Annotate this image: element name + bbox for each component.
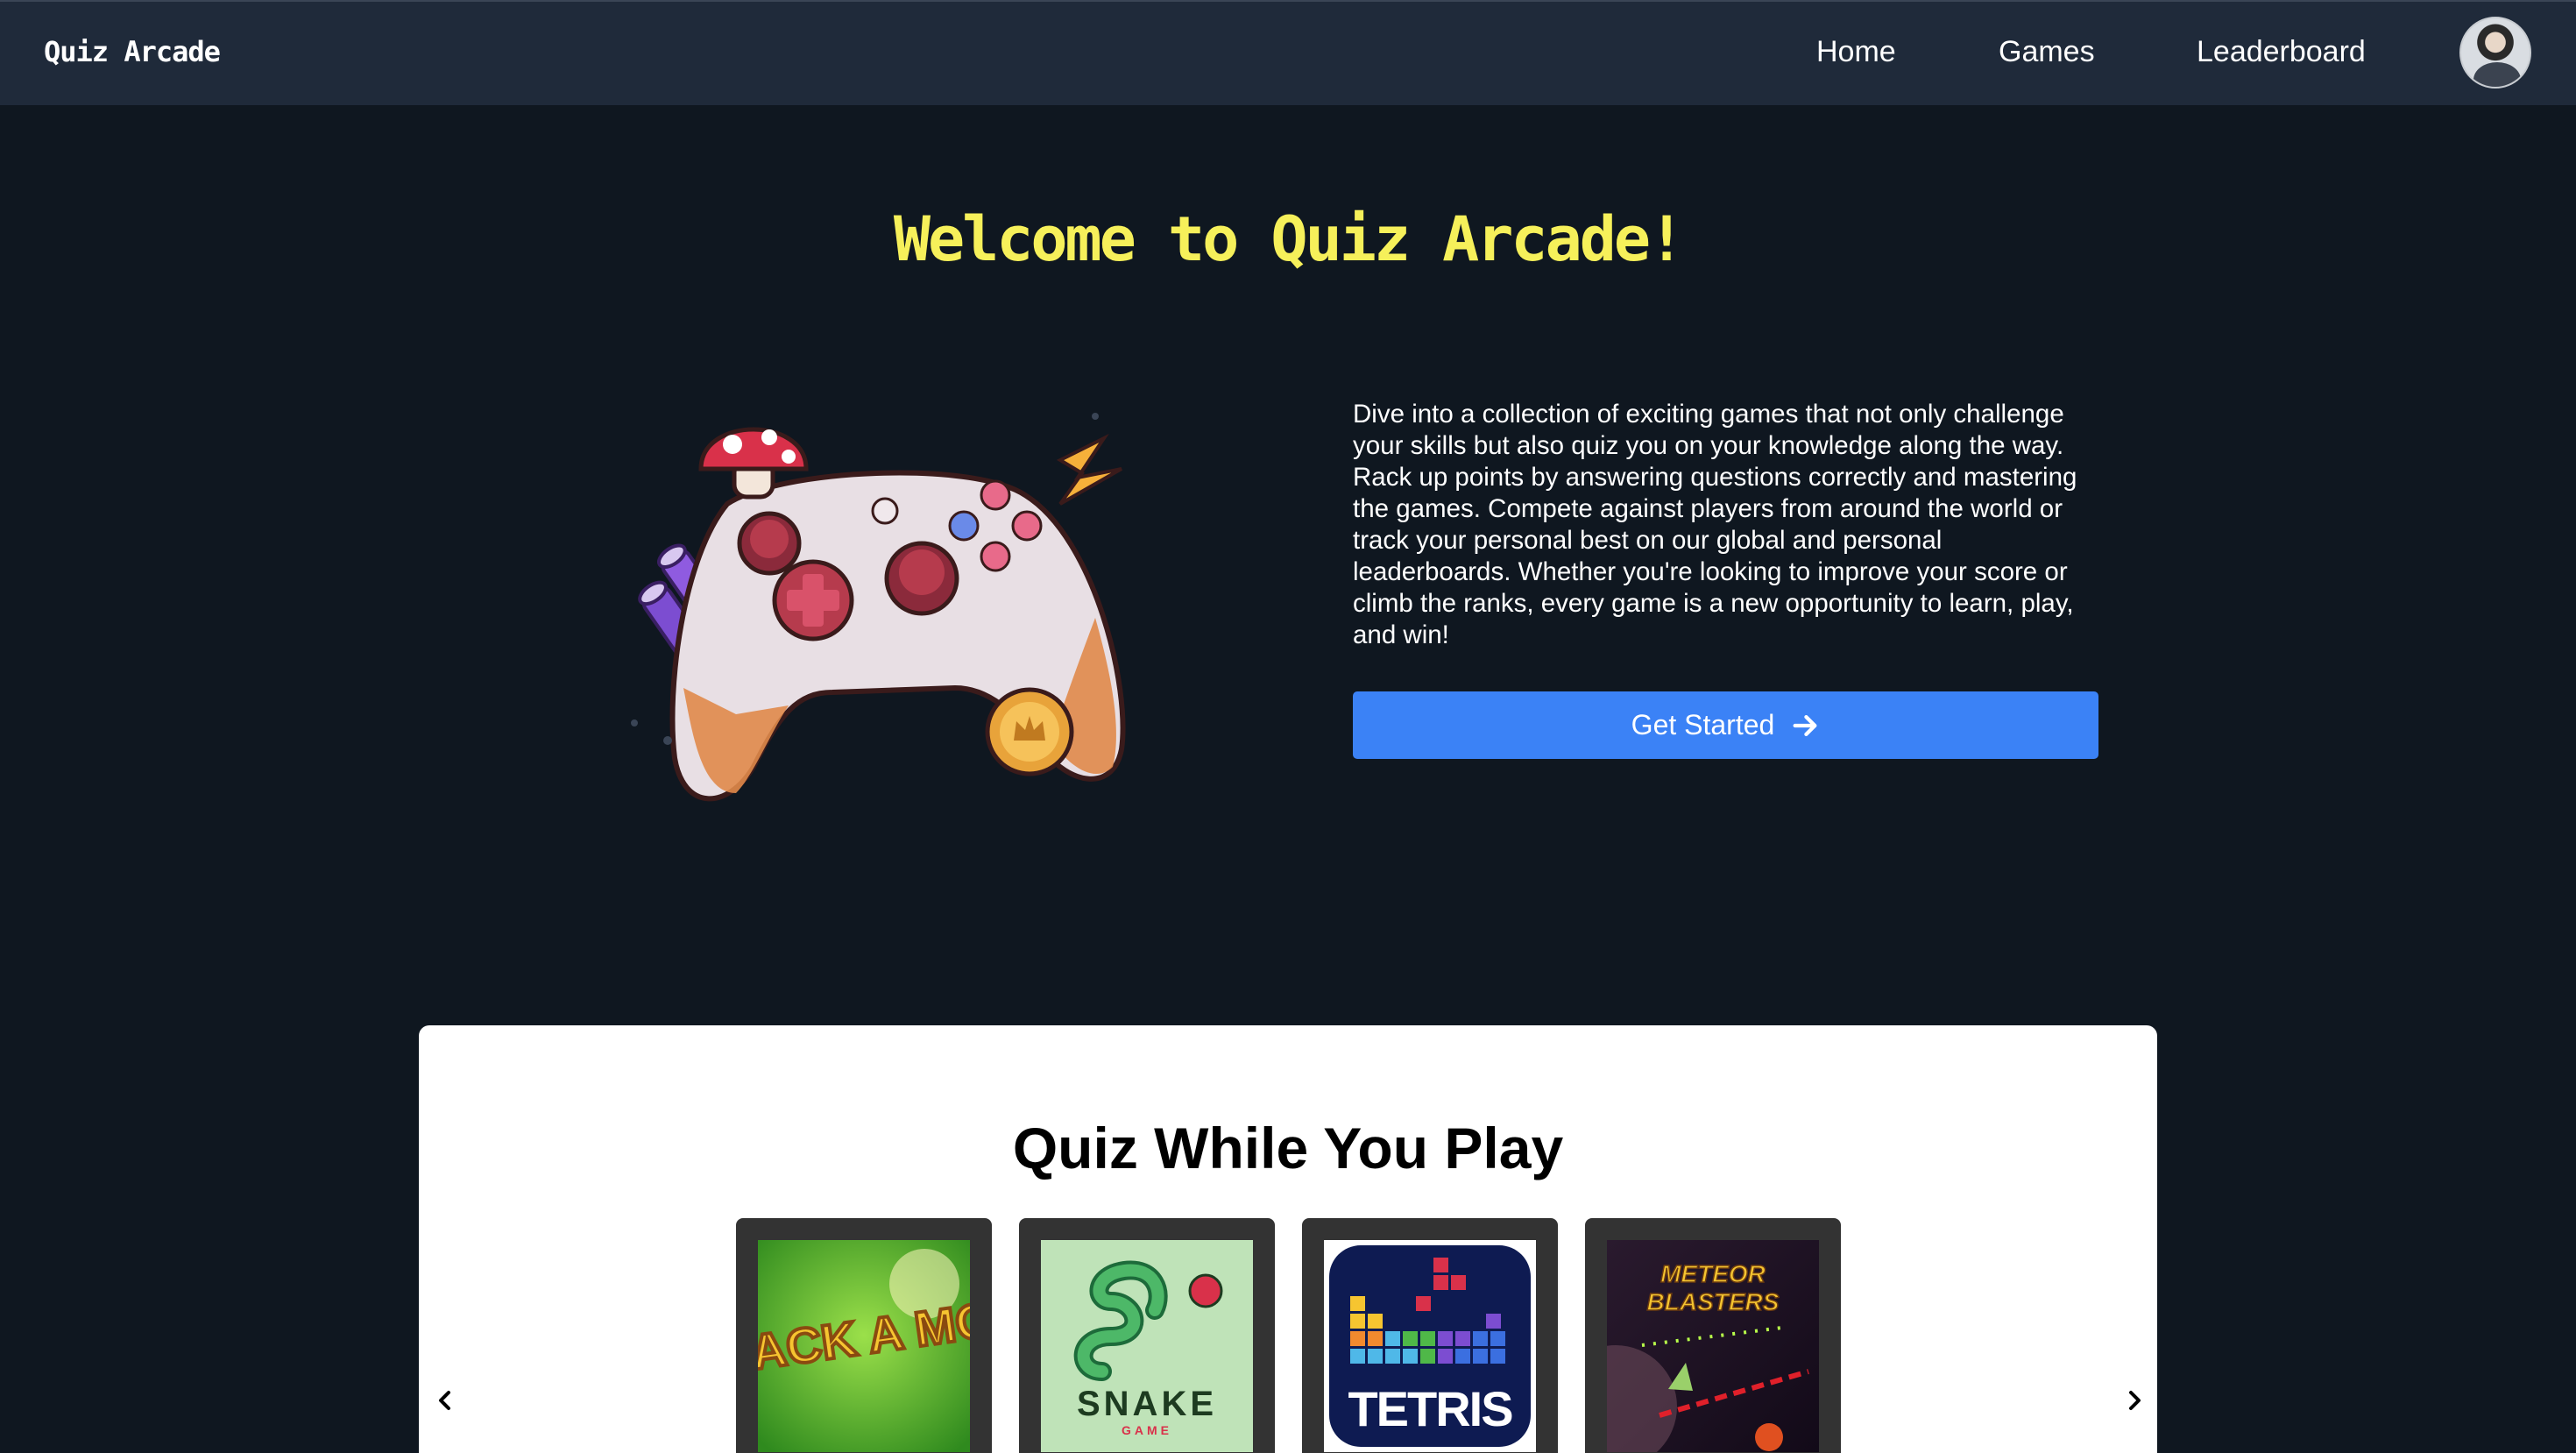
game-title-snake: SNAKE [1077, 1385, 1217, 1423]
tetris-thumbnail[interactable]: TETRIS [1324, 1240, 1536, 1452]
game-subtitle-snake: GAME [1122, 1423, 1172, 1437]
game-card-whack-a-mole[interactable]: WHACK A MOLE [736, 1218, 992, 1453]
snake-thumbnail[interactable]: SNAKE GAME [1041, 1240, 1253, 1452]
get-started-button[interactable]: Get Started [1353, 691, 2098, 759]
chevron-left-icon [439, 1391, 450, 1410]
game-title-blasters: BLASTERS [1647, 1288, 1780, 1315]
games-section-title: Quiz While You Play [1012, 1116, 1564, 1180]
arrow-right-icon [1793, 714, 1817, 736]
game-title-tetris: TETRIS [1348, 1381, 1512, 1436]
nav-link-home[interactable]: Home [1816, 35, 1896, 69]
nav-link-leaderboard[interactable]: Leaderboard [2197, 35, 2366, 69]
carousel-prev-button[interactable] [428, 1383, 463, 1418]
game-card-snake[interactable]: SNAKE GAME [1019, 1218, 1275, 1453]
nav-link-games[interactable]: Games [1999, 35, 2095, 69]
game-card-meteor-blasters[interactable]: METEOR BLASTERS [1585, 1218, 1841, 1453]
hero-title: Welcome to Quiz Arcade! [893, 203, 1685, 275]
user-avatar[interactable] [2459, 17, 2531, 89]
brand-logo-text[interactable]: Quiz Arcade [44, 35, 221, 68]
game-card-tetris[interactable]: TETRIS [1302, 1218, 1558, 1453]
whack-a-mole-thumbnail[interactable]: WHACK A MOLE [758, 1240, 970, 1452]
hero-description: Dive into a collection of exciting games… [1353, 400, 2077, 649]
top-navbar: Quiz Arcade Home Games Leaderboard [0, 0, 2576, 105]
carousel-next-button[interactable] [2117, 1383, 2152, 1418]
chevron-right-icon [2129, 1391, 2141, 1410]
get-started-label: Get Started [1631, 709, 1775, 741]
game-title-meteor: METEOR [1660, 1260, 1766, 1287]
game-controller-illustration [605, 399, 1148, 819]
games-panel: Quiz While You Play WHACK A MOLE SNAKE G… [419, 1025, 2157, 1453]
meteor-blasters-thumbnail[interactable]: METEOR BLASTERS [1607, 1240, 1819, 1452]
